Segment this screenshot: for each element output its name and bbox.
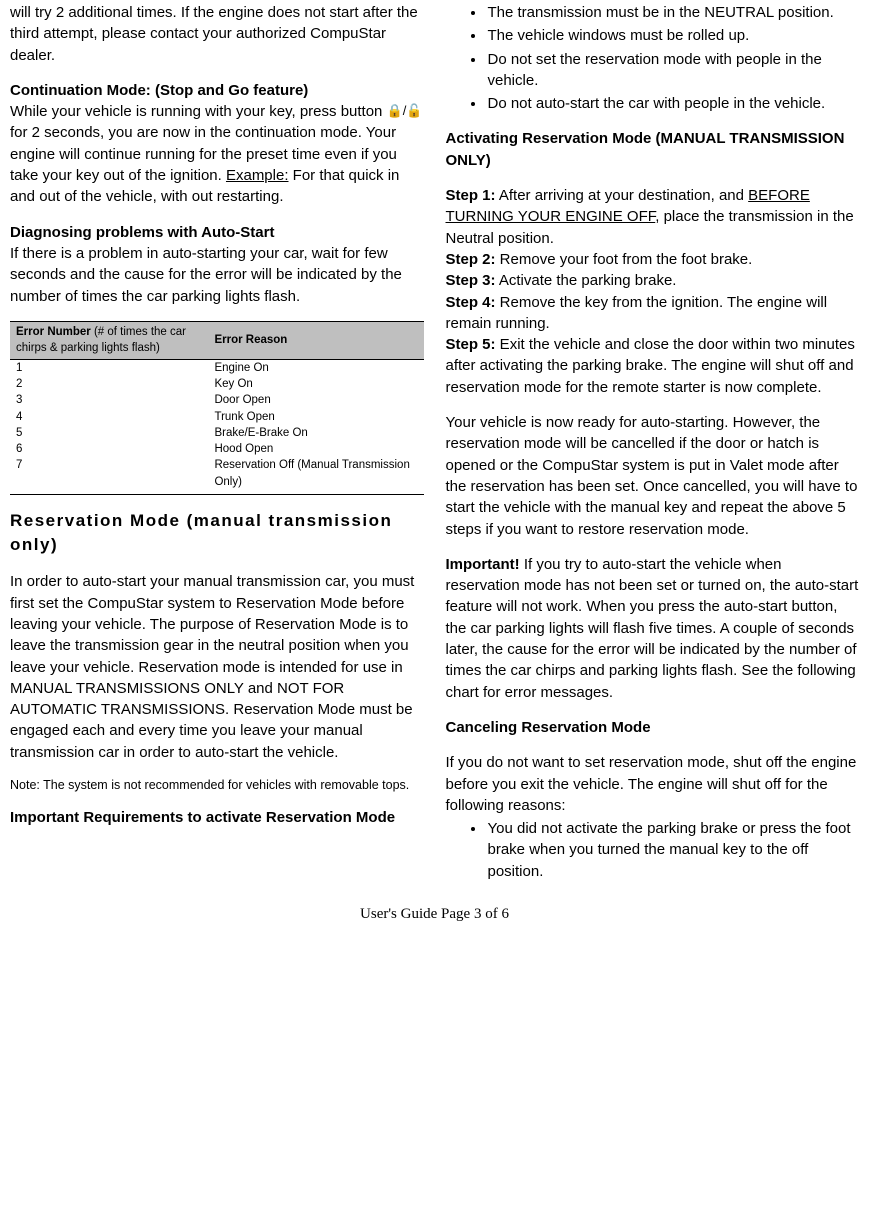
list-item: The vehicle windows must be rolled up. xyxy=(486,25,860,46)
list-item: Do not set the reservation mode with peo… xyxy=(486,49,860,92)
error-reason: Key On xyxy=(208,376,423,392)
step-2-label: Step 2: xyxy=(446,251,496,268)
right-column: The transmission must be in the NEUTRAL … xyxy=(446,2,860,896)
table-header-1: Error Number (# of times the car chirps … xyxy=(10,321,208,359)
diagnosing-body: If there is a problem in auto-starting y… xyxy=(10,245,402,305)
list-item: The transmission must be in the NEUTRAL … xyxy=(486,2,860,23)
error-table-body: 1Engine On2Key On3Door Open4Trunk Open5B… xyxy=(10,359,424,495)
intro-paragraph: will try 2 additional times. If the engi… xyxy=(10,2,424,66)
important-label: Important! xyxy=(446,556,520,573)
error-reason: Trunk Open xyxy=(208,409,423,425)
error-table: Error Number (# of times the car chirps … xyxy=(10,321,424,495)
reservation-body: In order to auto-start your manual trans… xyxy=(10,571,424,763)
error-number: 7 xyxy=(10,457,208,494)
important-paragraph: Important! If you try to auto-start the … xyxy=(446,554,860,703)
error-number: 1 xyxy=(10,359,208,376)
reservation-mode-title: Reservation Mode (manual transmission on… xyxy=(10,509,424,557)
left-column: will try 2 additional times. If the engi… xyxy=(10,2,424,896)
table-header-1-bold: Error Number xyxy=(16,326,94,338)
page-footer: User's Guide Page 3 of 6 xyxy=(0,902,869,929)
list-item: Do not auto-start the car with people in… xyxy=(486,93,860,114)
error-reason: Brake/E-Brake On xyxy=(208,425,423,441)
requirements-heading: Important Requirements to activate Reser… xyxy=(10,807,424,828)
table-row: 3Door Open xyxy=(10,392,424,408)
step-4-label: Step 4: xyxy=(446,294,496,311)
step-5-label: Step 5: xyxy=(446,336,496,353)
page-content: will try 2 additional times. If the engi… xyxy=(0,0,869,902)
error-number: 4 xyxy=(10,409,208,425)
step-5: Exit the vehicle and close the door with… xyxy=(446,336,855,396)
important-body: If you try to auto-start the vehicle whe… xyxy=(446,556,859,701)
table-row: 7Reservation Off (Manual Transmission On… xyxy=(10,457,424,494)
step-3-label: Step 3: xyxy=(446,272,496,289)
table-row: 5Brake/E-Brake On xyxy=(10,425,424,441)
lock-unlock-icon: 🔒/🔓 xyxy=(387,103,423,118)
reservation-note: Note: The system is not recommended for … xyxy=(10,777,424,793)
step-2: Remove your foot from the foot brake. xyxy=(496,251,753,268)
cancel-bullets: You did not activate the parking brake o… xyxy=(446,818,860,882)
step-1-label: Step 1: xyxy=(446,187,496,204)
error-number: 3 xyxy=(10,392,208,408)
ready-body: Your vehicle is now ready for auto-start… xyxy=(446,412,860,540)
canceling-body: If you do not want to set reservation mo… xyxy=(446,752,860,816)
step-3: Activate the parking brake. xyxy=(496,272,677,289)
error-number: 6 xyxy=(10,441,208,457)
error-reason: Door Open xyxy=(208,392,423,408)
canceling-heading: Canceling Reservation Mode xyxy=(446,717,860,738)
table-row: 1Engine On xyxy=(10,359,424,376)
steps-block: Step 1: After arriving at your destinati… xyxy=(446,185,860,398)
error-reason: Reservation Off (Manual Transmission Onl… xyxy=(208,457,423,494)
table-row: 4Trunk Open xyxy=(10,409,424,425)
requirement-bullets: The transmission must be in the NEUTRAL … xyxy=(446,2,860,114)
error-number: 5 xyxy=(10,425,208,441)
table-row: 2Key On xyxy=(10,376,424,392)
example-label: Example: xyxy=(226,167,289,184)
step-1-a: After arriving at your destination, and xyxy=(496,187,749,204)
diagnosing-paragraph: Diagnosing problems with Auto-Start If t… xyxy=(10,222,424,307)
table-header-2: Error Reason xyxy=(208,321,423,359)
error-reason: Hood Open xyxy=(208,441,423,457)
list-item: You did not activate the parking brake o… xyxy=(486,818,860,882)
table-row: 6Hood Open xyxy=(10,441,424,457)
error-number: 2 xyxy=(10,376,208,392)
error-reason: Engine On xyxy=(208,359,423,376)
continuation-heading: Continuation Mode: (Stop and Go feature) xyxy=(10,82,308,99)
activating-heading: Activating Reservation Mode (MANUAL TRAN… xyxy=(446,128,860,171)
step-4: Remove the key from the ignition. The en… xyxy=(446,294,828,332)
diagnosing-heading: Diagnosing problems with Auto-Start xyxy=(10,224,274,241)
continuation-paragraph: Continuation Mode: (Stop and Go feature)… xyxy=(10,80,424,208)
cont-body-a: While your vehicle is running with your … xyxy=(10,103,387,120)
